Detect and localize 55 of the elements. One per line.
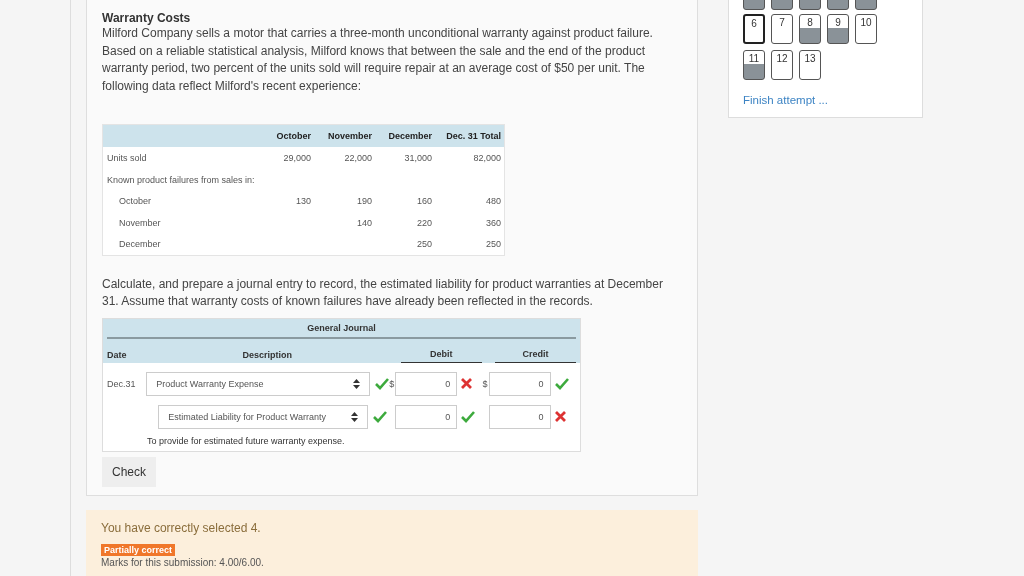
question-button[interactable]: 13 <box>799 50 821 80</box>
table-cell: 31,000 <box>404 153 432 164</box>
account-select[interactable]: Product Warranty Expense <box>146 371 371 396</box>
question-button[interactable]: 9 <box>827 14 849 44</box>
marks-text: Marks for this submission: 4.00/6.00. <box>101 557 265 569</box>
explanation-text: To provide for estimated future warranty expense. <box>146 435 346 447</box>
check-button[interactable]: Check <box>102 457 156 488</box>
finish-attempt-link[interactable]: Finish attempt ... <box>743 94 908 106</box>
question-text: Milford Company sells a motor that carries a three-month unconditional warranty against product failure. Based on a reliable statistical analysis, Milford knows that between the sale and the end of the product warranty period, two percent of the units sold will require repair at an average cost of $50 per unit. The following data reflect Milford's recent experience: <box>102 25 654 95</box>
table-cell: 22,000 <box>344 153 372 164</box>
table-cell: 130 <box>295 196 311 207</box>
journal-title: General Journal <box>107 323 576 340</box>
question-button[interactable]: 7 <box>771 14 793 44</box>
row-label: Known product failures from sales in: <box>107 174 255 185</box>
debit-field[interactable]: 0 <box>395 404 458 429</box>
row-label: Units sold <box>107 153 147 164</box>
question-button[interactable]: 11 <box>743 50 765 80</box>
table-cell: 220 <box>416 217 432 228</box>
row-label: October <box>119 196 151 207</box>
currency-sign: $ <box>389 378 395 389</box>
row-label: December <box>119 239 161 250</box>
credit-field[interactable]: 0 <box>488 371 551 396</box>
table-cell: 190 <box>356 196 372 207</box>
status-badge: Partially correct <box>101 544 176 557</box>
column-header: Dec. 31 Total <box>446 131 501 142</box>
sort-arrows-icon <box>353 378 361 389</box>
debit-field[interactable]: 0 <box>395 371 458 396</box>
column-header: Date <box>107 350 128 363</box>
question-button[interactable]: 6 <box>743 14 765 44</box>
feedback-message: You have correctly selected 4. <box>101 521 262 536</box>
date-cell: Dec.31 <box>107 378 136 389</box>
table-cell: 250 <box>416 239 432 250</box>
column-header: December <box>388 131 432 142</box>
currency-sign: $ <box>482 378 488 389</box>
question-button[interactable]: 8 <box>799 14 821 44</box>
column-header: Description <box>241 350 293 363</box>
table-cell: 360 <box>485 217 501 228</box>
table-cell: 140 <box>356 217 372 228</box>
column-header: Debit <box>400 349 482 364</box>
sort-arrows-icon <box>351 411 359 422</box>
column-header: November <box>328 131 372 142</box>
column-header: October <box>276 131 311 142</box>
table-cell: 480 <box>485 196 501 207</box>
task-text: Calculate, and prepare a journal entry to record, the estimated liability for product warranties at December 31. Assume that warranty costs of known failures have already been reflected in the records. <box>102 275 664 311</box>
question-title: Warranty Costs <box>102 11 192 25</box>
table-cell: 160 <box>416 196 432 207</box>
question-button[interactable]: 12 <box>771 50 793 80</box>
row-label: November <box>119 217 161 228</box>
column-header: Credit <box>494 349 576 364</box>
credit-field[interactable]: 0 <box>488 404 551 429</box>
question-button[interactable]: 10 <box>855 14 877 44</box>
table-cell: 250 <box>485 239 501 250</box>
table-cell: 29,000 <box>283 153 311 164</box>
account-select[interactable]: Estimated Liability for Product Warranty <box>158 404 369 429</box>
table-cell: 82,000 <box>473 153 501 164</box>
